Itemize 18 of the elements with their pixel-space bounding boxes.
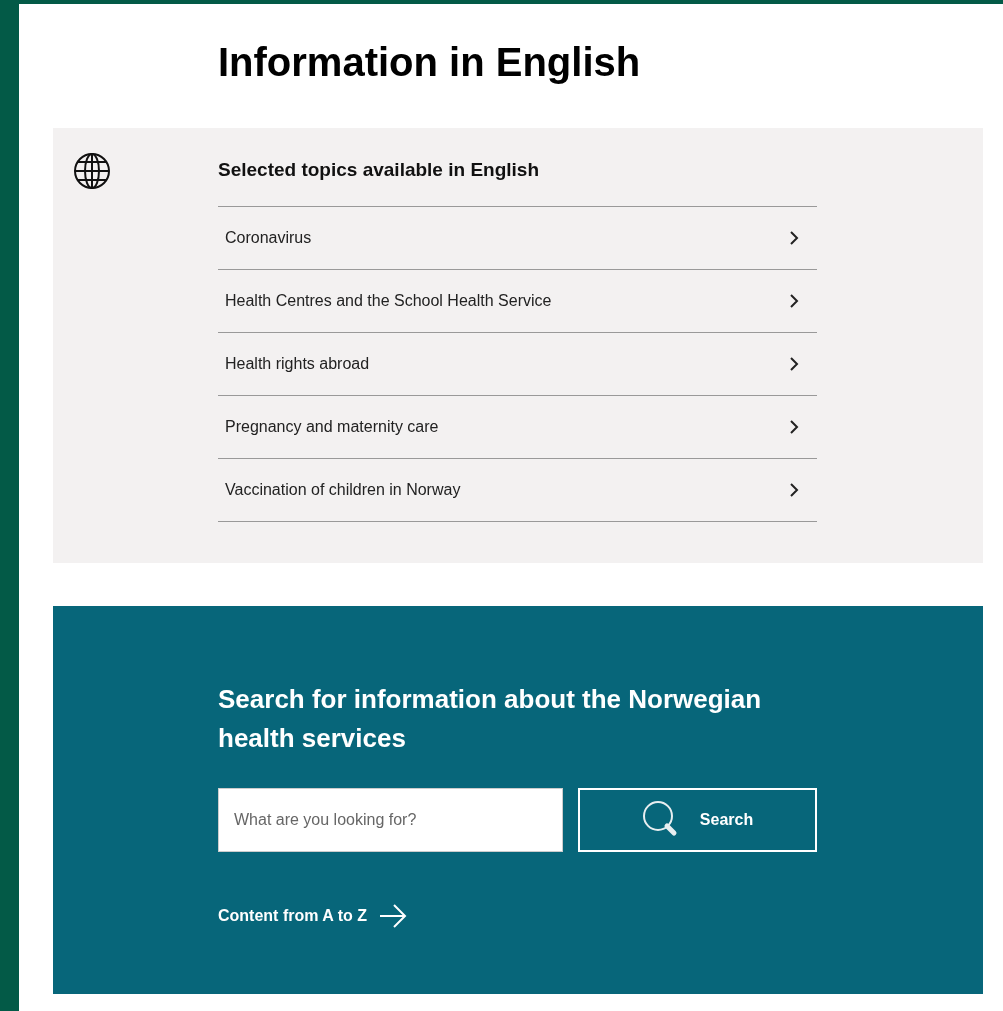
a-to-z-link[interactable]: Content from A to Z [218, 904, 407, 928]
topic-link[interactable]: Pregnancy and maternity care [218, 396, 817, 459]
topic-link[interactable]: Vaccination of children in Norway [218, 459, 817, 522]
search-field[interactable]: What are you looking for? [218, 788, 563, 852]
topic-link[interactable]: Coronavirus [218, 207, 817, 270]
topic-link[interactable]: Health rights abroad [218, 333, 817, 396]
search-button[interactable]: Search [578, 788, 817, 852]
page-title: Information in English [218, 39, 641, 86]
search-heading: Search for information about the Norwegian health services [218, 683, 763, 755]
chevron-right-icon [789, 293, 799, 309]
chevron-right-icon [789, 419, 799, 435]
topics-heading: Selected topics available in English [218, 158, 539, 182]
chevron-right-icon [789, 230, 799, 246]
chevron-right-icon [789, 356, 799, 372]
globe-icon [73, 152, 111, 190]
arrow-right-icon [379, 904, 407, 928]
topic-link[interactable]: Health Centres and the School Health Service [218, 270, 817, 333]
chevron-right-icon [789, 482, 799, 498]
